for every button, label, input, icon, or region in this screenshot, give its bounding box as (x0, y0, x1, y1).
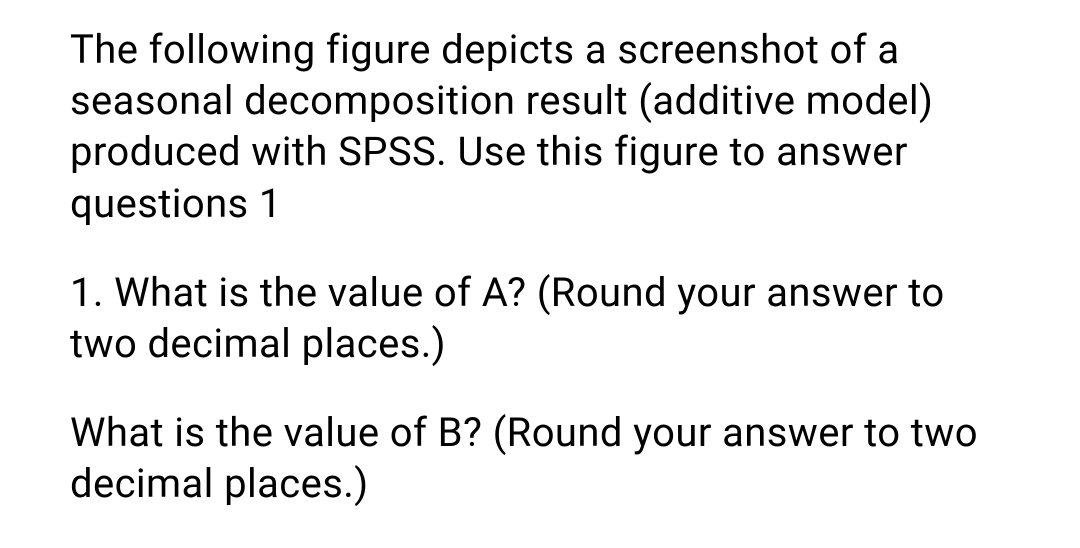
question-1: 1. What is the value of A? (Round your a… (70, 267, 1010, 369)
question-2: What is the value of B? (Round your answ… (70, 407, 1010, 509)
intro-paragraph: The following figure depicts a screensho… (70, 24, 1010, 229)
